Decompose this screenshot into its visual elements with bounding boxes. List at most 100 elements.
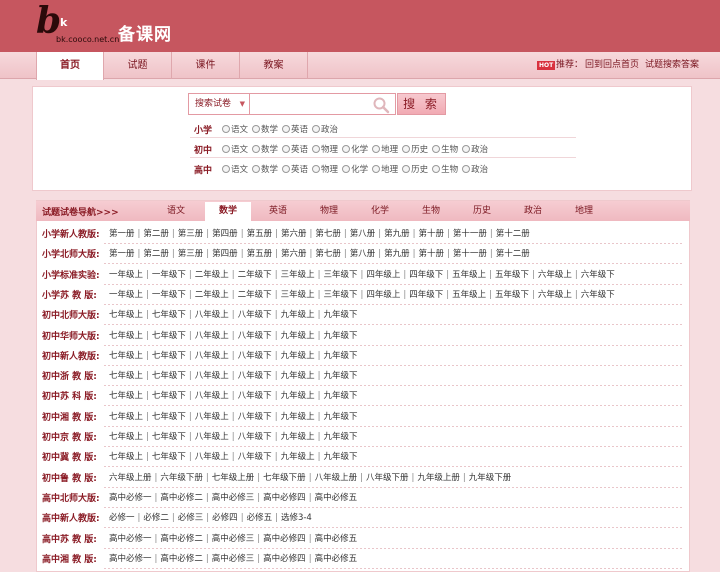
volume-link[interactable]: 七年级下 xyxy=(152,369,186,381)
volume-link[interactable]: 九年级上 xyxy=(281,450,315,462)
volume-link[interactable]: 第七册 xyxy=(315,247,341,259)
volume-link[interactable]: 七年级下 xyxy=(152,410,186,422)
volume-link[interactable]: 九年级上 xyxy=(281,308,315,320)
volume-link[interactable]: 六年级上 xyxy=(538,268,572,280)
volume-link[interactable]: 一年级上 xyxy=(109,268,143,280)
volume-link[interactable]: 第二册 xyxy=(143,227,169,239)
volume-link[interactable]: 七年级下 xyxy=(152,308,186,320)
volume-link[interactable]: 第六册 xyxy=(281,247,307,259)
volume-link[interactable]: 高中必修一 xyxy=(109,532,152,544)
subject-radio[interactable]: 地理 xyxy=(372,143,398,155)
volume-link[interactable]: 八年级下 xyxy=(238,349,272,361)
volume-link[interactable]: 二年级下 xyxy=(238,288,272,300)
volume-link[interactable]: 九年级上 xyxy=(281,430,315,442)
volume-link[interactable]: 七年级下 xyxy=(152,349,186,361)
volume-link[interactable]: 必修三 xyxy=(178,511,204,523)
volume-link[interactable]: 八年级上 xyxy=(195,349,229,361)
volume-link[interactable]: 第二册 xyxy=(143,247,169,259)
volume-link[interactable]: 一年级下 xyxy=(152,268,186,280)
volume-link[interactable]: 第十二册 xyxy=(496,247,530,259)
volume-link[interactable]: 八年级上 xyxy=(195,369,229,381)
volume-link[interactable]: 九年级下 xyxy=(323,369,357,381)
volume-link[interactable]: 七年级上 xyxy=(109,410,143,422)
radio-icon[interactable] xyxy=(432,165,441,173)
radio-icon[interactable] xyxy=(282,145,291,153)
radio-icon[interactable] xyxy=(222,125,230,133)
subject-radio[interactable]: 生物 xyxy=(432,143,458,155)
volume-link[interactable]: 七年级上 xyxy=(109,329,143,341)
volume-link[interactable]: 高中必修五 xyxy=(315,552,358,564)
volume-link[interactable]: 六年级上 xyxy=(538,288,572,300)
volume-link[interactable]: 六年级下 xyxy=(581,288,615,300)
nav-tab-home[interactable]: 首页 xyxy=(36,52,104,80)
radio-icon[interactable] xyxy=(462,165,471,173)
search-icon[interactable] xyxy=(372,96,390,114)
subject-radio[interactable]: 政治 xyxy=(312,123,338,135)
volume-link[interactable]: 三年级上 xyxy=(281,268,315,280)
volume-link[interactable]: 二年级上 xyxy=(195,288,229,300)
nav-tab-questions[interactable]: 试题 xyxy=(104,52,172,79)
volume-link[interactable]: 九年级下 xyxy=(323,450,357,462)
volume-link[interactable]: 九年级上册 xyxy=(417,471,460,483)
volume-link[interactable]: 高中必修一 xyxy=(109,491,152,503)
volume-link[interactable]: 八年级下册 xyxy=(366,471,409,483)
volume-link[interactable]: 七年级上 xyxy=(109,430,143,442)
volume-link[interactable]: 九年级上 xyxy=(281,329,315,341)
volume-link[interactable]: 高中必修二 xyxy=(160,532,203,544)
volume-link[interactable]: 三年级下 xyxy=(323,288,357,300)
radio-icon[interactable] xyxy=(252,145,261,153)
volume-link[interactable]: 第十一册 xyxy=(453,247,487,259)
volume-link[interactable]: 七年级上 xyxy=(109,369,143,381)
subject-radio[interactable]: 地理 xyxy=(372,163,398,175)
volume-link[interactable]: 七年级上 xyxy=(109,308,143,320)
volume-link[interactable]: 八年级下 xyxy=(238,430,272,442)
radio-icon[interactable] xyxy=(282,165,291,173)
browse-tab[interactable]: 政治 xyxy=(510,202,556,221)
volume-link[interactable]: 高中必修五 xyxy=(315,491,358,503)
volume-link[interactable]: 第一册 xyxy=(109,247,135,259)
radio-icon[interactable] xyxy=(252,165,261,173)
volume-link[interactable]: 高中必修二 xyxy=(160,491,203,503)
volume-link[interactable]: 九年级上 xyxy=(281,369,315,381)
volume-link[interactable]: 八年级上 xyxy=(195,329,229,341)
radio-icon[interactable] xyxy=(462,145,471,153)
subject-radio[interactable]: 历史 xyxy=(402,143,428,155)
radio-icon[interactable] xyxy=(282,125,291,133)
volume-link[interactable]: 第十一册 xyxy=(453,227,487,239)
volume-link[interactable]: 九年级下 xyxy=(323,389,357,401)
volume-link[interactable]: 第十册 xyxy=(419,247,445,259)
volume-link[interactable]: 九年级下 xyxy=(323,349,357,361)
subject-radio[interactable]: 历史 xyxy=(402,163,428,175)
volume-link[interactable]: 七年级下 xyxy=(152,450,186,462)
browse-tab[interactable]: 生物 xyxy=(408,202,454,221)
recommend-link-search[interactable]: 试题搜索答案 xyxy=(645,60,699,70)
volume-link[interactable]: 五年级上 xyxy=(452,288,486,300)
subject-radio[interactable]: 语文 xyxy=(222,163,248,175)
nav-tab-lesson-plans[interactable]: 教案 xyxy=(240,52,308,79)
volume-link[interactable]: 七年级上册 xyxy=(212,471,255,483)
subject-radio[interactable]: 英语 xyxy=(282,143,308,155)
subject-radio[interactable]: 政治 xyxy=(462,163,488,175)
volume-link[interactable]: 高中必修三 xyxy=(212,552,255,564)
volume-link[interactable]: 八年级下 xyxy=(238,329,272,341)
subject-radio[interactable]: 物理 xyxy=(312,143,338,155)
search-button[interactable]: 搜 索 xyxy=(397,93,446,115)
volume-link[interactable]: 第三册 xyxy=(178,227,204,239)
volume-link[interactable]: 高中必修三 xyxy=(212,532,255,544)
subject-radio[interactable]: 数学 xyxy=(252,143,278,155)
subject-radio[interactable]: 数学 xyxy=(252,123,278,135)
volume-link[interactable]: 高中必修四 xyxy=(263,491,306,503)
volume-link[interactable]: 高中必修二 xyxy=(160,552,203,564)
browse-tab[interactable]: 地理 xyxy=(561,202,607,221)
volume-link[interactable]: 第五册 xyxy=(247,227,273,239)
subject-radio[interactable]: 化学 xyxy=(342,163,368,175)
volume-link[interactable]: 四年级下 xyxy=(409,268,443,280)
radio-icon[interactable] xyxy=(402,145,411,153)
volume-link[interactable]: 高中必修四 xyxy=(263,532,306,544)
volume-link[interactable]: 八年级上 xyxy=(195,389,229,401)
volume-link[interactable]: 五年级下 xyxy=(495,268,529,280)
radio-icon[interactable] xyxy=(342,145,351,153)
browse-tab[interactable]: 历史 xyxy=(459,202,505,221)
volume-link[interactable]: 四年级上 xyxy=(366,268,400,280)
radio-icon[interactable] xyxy=(402,165,411,173)
